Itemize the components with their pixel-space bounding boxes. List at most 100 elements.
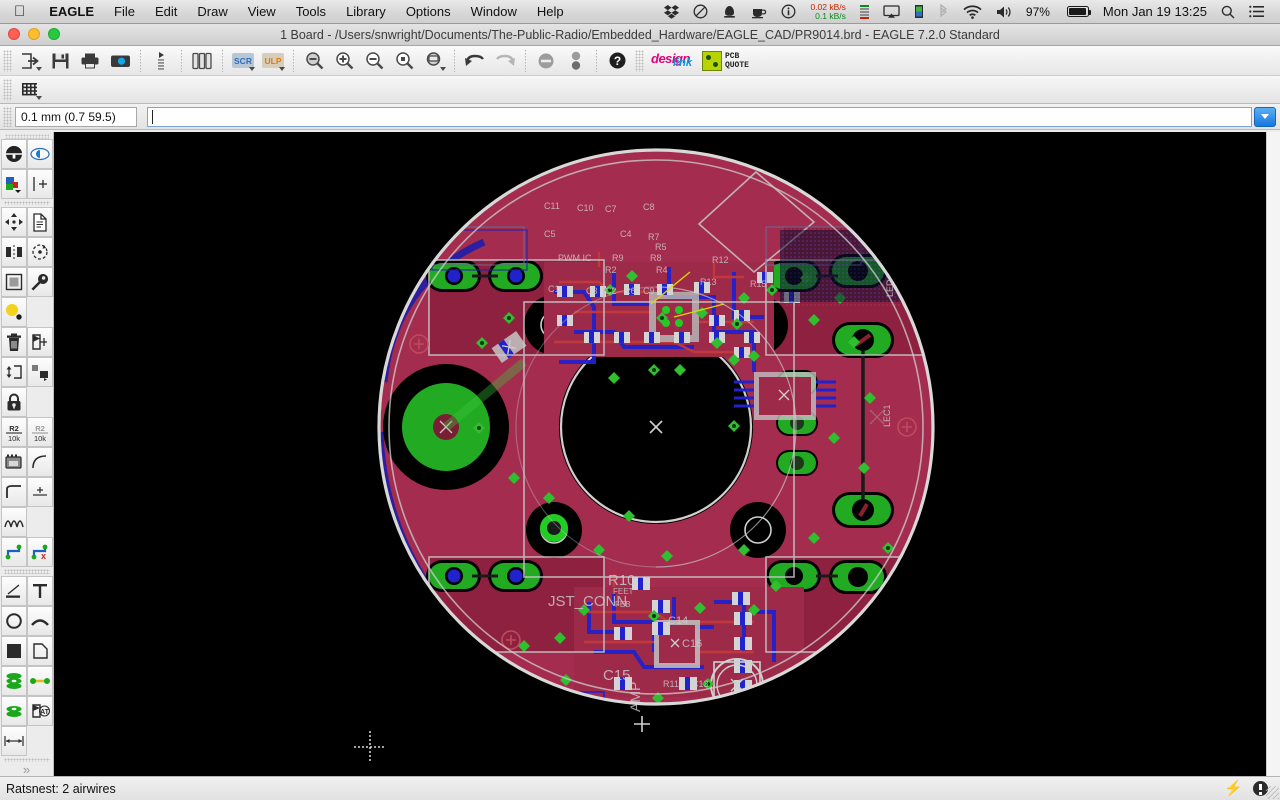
zoom-select-icon[interactable]: [389, 48, 419, 74]
rect-tool[interactable]: [0, 635, 27, 666]
menu-item-file[interactable]: File: [104, 0, 145, 24]
command-input[interactable]: [147, 106, 1252, 127]
menu-item-library[interactable]: Library: [336, 0, 396, 24]
pinswap-tool[interactable]: [0, 357, 27, 388]
replace-tool[interactable]: [26, 357, 1277, 773]
cam-processor-icon[interactable]: [105, 48, 135, 74]
save-icon[interactable]: [45, 48, 75, 74]
move-tool[interactable]: [0, 207, 27, 238]
menu-item-options[interactable]: Options: [396, 0, 461, 24]
menu-item-edit[interactable]: Edit: [145, 0, 187, 24]
window-resize-grip[interactable]: [1266, 786, 1279, 799]
zoom-redraw-icon[interactable]: [419, 48, 449, 74]
close-button[interactable]: [8, 28, 20, 40]
ratsnest-tool[interactable]: [0, 507, 27, 538]
command-bar-drag-handle[interactable]: [3, 106, 12, 127]
board-schematic-switch-icon[interactable]: [146, 48, 176, 74]
bluetooth-icon[interactable]: [931, 0, 956, 24]
volume-icon[interactable]: [989, 0, 1019, 24]
battery-icon[interactable]: [1060, 0, 1096, 24]
apple-menu-icon[interactable]: : [14, 4, 25, 19]
clock[interactable]: Mon Jan 19 13:25: [1096, 0, 1214, 24]
hole-tool[interactable]: [0, 695, 27, 726]
window-controls[interactable]: [8, 28, 60, 40]
menu-item-tools[interactable]: Tools: [286, 0, 336, 24]
ulp-icon[interactable]: ULP: [258, 48, 288, 74]
menu-item-window[interactable]: Window: [461, 0, 527, 24]
lock-tool[interactable]: [0, 387, 27, 418]
copy-tool[interactable]: [26, 207, 53, 238]
menu-item-eagle[interactable]: EAGLE: [39, 0, 104, 24]
value-tool[interactable]: R2 10k: [26, 417, 53, 448]
miter-tool[interactable]: [26, 447, 53, 478]
caffeine-icon[interactable]: [744, 0, 774, 24]
attribute-tool[interactable]: AT: [26, 695, 53, 726]
grid-icon[interactable]: [15, 77, 45, 103]
delete-tool[interactable]: [0, 327, 27, 358]
info-icon[interactable]: [774, 0, 803, 24]
text-tool[interactable]: [26, 575, 53, 606]
zoom-in-icon[interactable]: [329, 48, 359, 74]
polygon-tool[interactable]: [26, 635, 53, 666]
dimension-tool[interactable]: [0, 725, 27, 756]
menu-item-view[interactable]: View: [238, 0, 286, 24]
maximize-button[interactable]: [48, 28, 60, 40]
wifi-icon[interactable]: [956, 0, 989, 24]
toolbar-drag-handle-2[interactable]: [635, 49, 644, 72]
command-history-dropdown[interactable]: [1254, 106, 1276, 127]
group-tool[interactable]: [0, 267, 27, 298]
spotlight-search-icon[interactable]: [1214, 0, 1242, 24]
wire-tool[interactable]: [0, 575, 27, 606]
optimize-tool[interactable]: [26, 477, 53, 508]
toolbar-drag-handle[interactable]: [3, 49, 12, 72]
show-tool[interactable]: [26, 139, 53, 170]
mark-tool[interactable]: [26, 169, 53, 200]
split-tool[interactable]: [0, 477, 27, 508]
smash-tool[interactable]: [0, 447, 27, 478]
zoom-fit-icon[interactable]: [299, 48, 329, 74]
airplay-icon[interactable]: [876, 0, 907, 24]
zoom-out-icon[interactable]: [359, 48, 389, 74]
display-layers-tool[interactable]: [0, 169, 27, 200]
help-icon[interactable]: ?: [602, 48, 632, 74]
menu-item-help[interactable]: Help: [527, 0, 574, 24]
board-canvas[interactable]: C11 C10 C7 C8 C5 C4 R7 R5 PWM IC R9 R8 R…: [54, 132, 1280, 776]
script-icon[interactable]: SCR: [228, 48, 258, 74]
info-tool[interactable]: [0, 139, 27, 170]
palette-expand-chevron[interactable]: »: [23, 763, 30, 776]
arc-tool[interactable]: [26, 605, 53, 636]
network-bars-icon[interactable]: [853, 0, 876, 24]
pcb-quote-button[interactable]: PCB QUOTE: [701, 50, 749, 71]
stop-icon[interactable]: [531, 48, 561, 74]
pcb-layout[interactable]: C11 C10 C7 C8 C5 C4 R7 R5 PWM IC R9 R8 R…: [54, 132, 1266, 776]
window-title-bar[interactable]: 1 Board - /Users/snwright/Documents/The-…: [0, 24, 1280, 46]
print-icon[interactable]: [75, 48, 105, 74]
via-tool[interactable]: [0, 665, 27, 696]
menu-item-draw[interactable]: Draw: [187, 0, 237, 24]
do-not-disturb-icon[interactable]: [686, 0, 715, 24]
paste-tool[interactable]: [0, 297, 27, 328]
circle-tool[interactable]: [0, 605, 27, 636]
vertical-scrollbar[interactable]: [1266, 132, 1280, 776]
designlink-logo[interactable]: design link: [651, 52, 692, 69]
signal-tool[interactable]: [26, 665, 53, 696]
memory-gauge-icon[interactable]: [907, 0, 931, 24]
library-icon[interactable]: [187, 48, 217, 74]
add-tool[interactable]: [26, 327, 1277, 773]
grid-toolbar-drag-handle[interactable]: [3, 78, 12, 101]
mirror-tool[interactable]: [0, 237, 27, 268]
undo-icon[interactable]: [460, 48, 490, 74]
dropbox-icon[interactable]: [657, 0, 686, 24]
change-tool[interactable]: [26, 267, 53, 298]
redo-icon[interactable]: [490, 48, 520, 74]
run-icon[interactable]: [561, 48, 591, 74]
open-icon[interactable]: [15, 48, 45, 74]
route-tool[interactable]: [0, 537, 27, 568]
ripup-tool[interactable]: x: [26, 537, 53, 568]
rotate-tool[interactable]: [26, 237, 53, 268]
bartender-icon[interactable]: [715, 0, 744, 24]
notification-center-icon[interactable]: [1242, 0, 1272, 24]
name-tool[interactable]: R2 10k: [0, 417, 27, 448]
minimize-button[interactable]: [28, 28, 40, 40]
autorouter-bolt-icon[interactable]: ⚡: [1224, 781, 1243, 796]
